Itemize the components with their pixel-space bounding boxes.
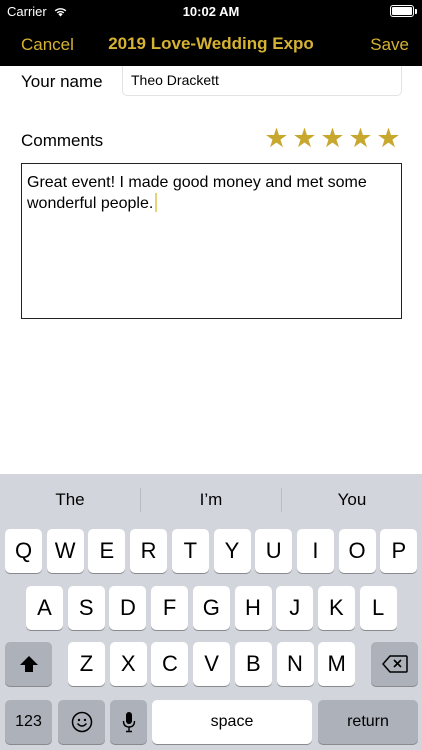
shift-key[interactable]: [5, 642, 52, 686]
key-x[interactable]: X: [109, 642, 147, 686]
shift-icon: [19, 656, 38, 672]
star-icon[interactable]: ★: [292, 125, 317, 152]
status-time: 10:02 AM: [182, 4, 240, 19]
key-i[interactable]: I: [296, 529, 334, 573]
microphone-icon: [122, 712, 135, 733]
top-bar: Carrier 10:02 AM Cancel 2019 Love-Weddin…: [0, 0, 422, 66]
name-field[interactable]: Theo Drackett: [122, 66, 402, 96]
dictation-key[interactable]: [110, 700, 147, 744]
suggestion-2[interactable]: I’m: [141, 490, 281, 510]
comment-text: Great event! I made good money and met s…: [27, 174, 367, 212]
star-icon[interactable]: ★: [264, 125, 289, 152]
key-n[interactable]: N: [276, 642, 314, 686]
comments-textarea[interactable]: Great event! I made good money and met s…: [21, 163, 402, 319]
space-key[interactable]: space: [152, 700, 312, 744]
key-k[interactable]: K: [317, 586, 355, 630]
numbers-key[interactable]: 123: [5, 700, 52, 744]
key-o[interactable]: O: [338, 529, 376, 573]
key-j[interactable]: J: [276, 586, 314, 630]
emoji-key[interactable]: [58, 700, 105, 744]
key-m[interactable]: M: [318, 642, 356, 686]
suggestion-bar: The I’m You: [0, 474, 422, 526]
key-w[interactable]: W: [46, 529, 84, 573]
text-cursor: [155, 193, 158, 212]
star-icon[interactable]: ★: [376, 125, 401, 152]
key-y[interactable]: Y: [213, 529, 251, 573]
key-g[interactable]: G: [192, 586, 230, 630]
star-icon[interactable]: ★: [320, 125, 345, 152]
return-key[interactable]: return: [318, 700, 418, 744]
key-c[interactable]: C: [151, 642, 189, 686]
key-d[interactable]: D: [109, 586, 147, 630]
key-l[interactable]: L: [359, 586, 397, 630]
key-q[interactable]: Q: [5, 529, 42, 573]
key-a[interactable]: A: [26, 586, 63, 630]
key-z[interactable]: Z: [68, 642, 105, 686]
key-p[interactable]: P: [380, 529, 418, 573]
suggestion-3[interactable]: You: [282, 490, 422, 510]
status-bar: Carrier 10:02 AM: [0, 0, 422, 22]
battery-fill: [392, 7, 412, 15]
navigation-bar: Cancel 2019 Love-Wedding Expo Save: [0, 22, 422, 66]
page-title: 2019 Love-Wedding Expo: [108, 34, 314, 53]
key-f[interactable]: F: [151, 586, 189, 630]
key-b[interactable]: B: [234, 642, 272, 686]
keyboard: The I’m You 123 space return QWERTYUIOP A…: [0, 474, 422, 750]
name-label: Your name: [21, 72, 103, 91]
star-rating[interactable]: ★ ★ ★ ★ ★: [264, 125, 401, 152]
key-v[interactable]: V: [193, 642, 231, 686]
backspace-icon: [381, 655, 408, 673]
battery-icon: [390, 5, 417, 17]
key-t[interactable]: T: [171, 529, 209, 573]
key-r[interactable]: R: [130, 529, 168, 573]
delete-key[interactable]: [371, 642, 418, 686]
emoji-icon: [71, 711, 92, 733]
save-button[interactable]: Save: [370, 35, 409, 55]
key-u[interactable]: U: [255, 529, 293, 573]
star-icon[interactable]: ★: [348, 125, 373, 152]
key-h[interactable]: H: [234, 586, 272, 630]
key-s[interactable]: S: [67, 586, 105, 630]
suggestion-1[interactable]: The: [0, 490, 140, 510]
key-e[interactable]: E: [88, 529, 126, 573]
comments-label: Comments: [21, 131, 104, 150]
